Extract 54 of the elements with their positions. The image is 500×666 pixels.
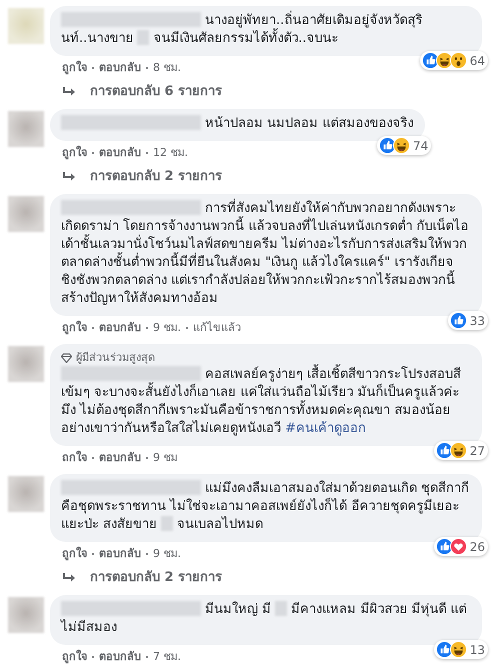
comment-text: มีนมใหญ่ มี มีคางแหลม มีผิวสวย มีหุ่นดี แต่ไม่มีสมอง	[61, 601, 468, 637]
avatar[interactable]	[8, 346, 44, 382]
avatar[interactable]	[8, 8, 44, 44]
redacted-word	[161, 516, 174, 531]
laughing-face-icon	[450, 641, 467, 658]
avatar[interactable]	[8, 476, 44, 512]
reply-link[interactable]: ตอบกลับ	[99, 649, 141, 665]
diamond-icon	[61, 353, 72, 363]
timestamp: 8 ชม.	[153, 60, 181, 76]
timestamp: 9 ชม.	[153, 546, 181, 562]
edited-label: แก้ไขแล้ว	[193, 320, 241, 336]
reply-arrow-icon	[62, 573, 76, 583]
view-replies-link[interactable]: การตอบกลับ 6 รายการ	[50, 76, 484, 101]
comment-text: คอสเพลย์ครูง่ายๆ เสื้อเชิ้ตสีขาวกระโปรงสอบสีเข้มๆ จะบางจะสั้นยังไงก็เอาเลย แค่ใส่แว่นถือไม้เรียว มันก็เป็นครูแล้วค่ะมึง ไม่ต้องชุดสีกากีเพราะมันคือข้าราชการทั้งหมดค่ะคุณขา สมองน้อยอย่างเขาว่ากันหรือใสใสไม่เคยดูหนังเอวี #คนเค้าดูออก	[61, 366, 470, 438]
redacted-word	[137, 30, 150, 45]
like-link[interactable]: ถูกใจ	[62, 60, 87, 76]
top-fan-label: ผู้มีส่วนร่วมสูงสุด	[76, 350, 155, 366]
like-link[interactable]: ถูกใจ	[62, 546, 87, 562]
avatar[interactable]	[8, 111, 44, 147]
like-link[interactable]: ถูกใจ	[62, 649, 87, 665]
reaction-summary[interactable]: 26	[434, 537, 488, 556]
reply-arrow-icon	[62, 87, 76, 97]
reaction-summary[interactable]: 33	[448, 311, 488, 330]
comment-text: การที่สังคมไทยยังให้ค่ากับพวกอยากดังเพราะเกิดดราม่า โดยการจ้างงานพวกนี้ แล้วจบลงที่ไปเล่นหนังเกรดต่ำ กับเน็ตไอเด้าชั้นเลวมานั่งโชว์นมไลฟ์สดขายครีม ไม่ต่างอะไรกับการส่งเสริมให้พวกตลาดล่างชั้นต่ำพวกนี้มีที่ยืนในสังคม "เงินกู แล้วไงใครแคร์" เรารังเกียจชิงชังพวกตลาดล่าง แต่เรากำลังปล่อยให้พวกกะเฟ้วกะรากไร้สมองพวกนี้สร้างปัญหาให้สังคมทางอ้อม	[61, 200, 470, 308]
reply-link[interactable]: ตอบกลับ	[99, 450, 141, 466]
avatar[interactable]	[8, 597, 44, 633]
reply-link[interactable]: ตอบกลับ	[99, 60, 141, 76]
reply-link[interactable]: ตอบกลับ	[99, 145, 141, 161]
avatar[interactable]	[8, 196, 44, 232]
reaction-summary[interactable]: 64	[420, 51, 488, 70]
redacted-word	[275, 601, 288, 616]
comment-text: หน้าปลอม นมปลอม แต่สมองของจริง	[61, 115, 414, 133]
timestamp: 12 ชม.	[153, 145, 188, 161]
reaction-summary[interactable]: 27	[434, 441, 488, 460]
surprised-face-icon	[450, 52, 467, 69]
reply-link[interactable]: ตอบกลับ	[99, 546, 141, 562]
laughing-face-icon	[392, 137, 410, 154]
like-link[interactable]: ถูกใจ	[62, 145, 87, 161]
timestamp: 9 ชม.	[153, 320, 181, 336]
reply-link[interactable]: ตอบกลับ	[99, 320, 141, 336]
reaction-summary[interactable]: 74	[376, 136, 432, 155]
reaction-summary[interactable]: 13	[434, 640, 488, 659]
view-replies-link[interactable]: การตอบกลับ 2 รายการ	[50, 161, 484, 186]
comment-text: นางอยู่พัทยา..ถิ่นอาศัยเดิมอยู่จังหวัดสุรินท์..นางขาย จนมีเงินศัลยกรรมได้ทั้งตัว..จบนะ	[61, 12, 470, 48]
thumbs-up-icon	[450, 312, 467, 329]
hashtag-link[interactable]: #คนเค้าดูออก	[285, 421, 366, 436]
reply-arrow-icon	[62, 172, 76, 182]
timestamp: 7 ชม.	[153, 649, 181, 665]
timestamp: 9 ชม	[153, 450, 178, 466]
like-link[interactable]: ถูกใจ	[62, 320, 87, 336]
view-replies-link[interactable]: การตอบกลับ 2 รายการ	[50, 562, 484, 587]
like-link[interactable]: ถกใจ	[62, 450, 87, 466]
comment-text: แม่มึงคงลืมเอาสมองใส่มาด้วยตอนเกิด ชุดสีกากีคือชุดพระราชทาน ไม่ใช่จะเอามาคอสเพย์ยังไงก็ได้ อีควายชุดครูมีเยอะแยะป่ะ สงสัยขาย จนเบลอไปหมด	[61, 480, 470, 534]
laughing-face-icon	[450, 442, 467, 459]
